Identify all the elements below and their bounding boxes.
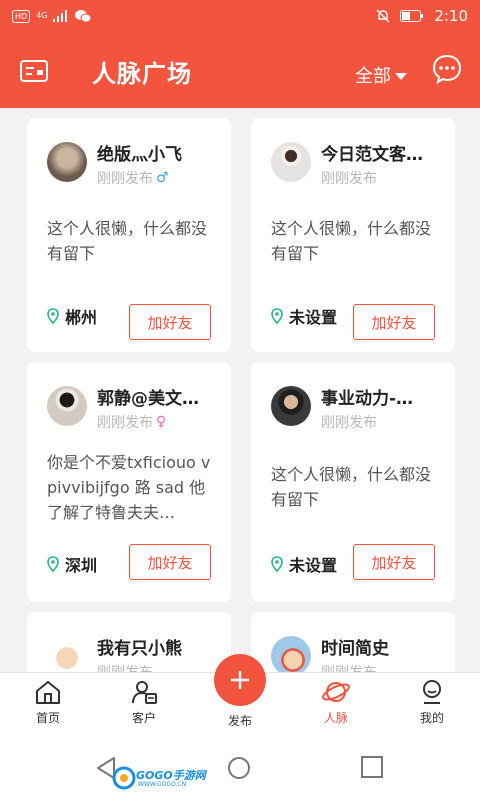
location-pin-icon bbox=[271, 556, 283, 572]
person-bio: 这个人很懒，什么都没有留下 bbox=[271, 465, 432, 509]
add-friend-button[interactable]: 加好友 bbox=[353, 304, 435, 340]
chat-bubble-icon[interactable] bbox=[432, 54, 462, 84]
plus-icon bbox=[231, 671, 249, 689]
nav-label: 客户 bbox=[131, 711, 156, 725]
location-pin-icon bbox=[47, 556, 59, 572]
filter-dropdown[interactable]: 全部 bbox=[355, 62, 407, 88]
location-pin-icon bbox=[271, 308, 283, 324]
person-name: 时间简史 bbox=[321, 639, 389, 659]
nav-label: 我的 bbox=[419, 711, 444, 725]
nav-item-network[interactable]: 人脉 bbox=[301, 679, 371, 726]
home-icon bbox=[36, 681, 60, 704]
location-text: 深圳 bbox=[65, 556, 98, 575]
post-time-text: 刚刚发布 bbox=[97, 171, 153, 187]
nav-label: 人脉 bbox=[323, 711, 348, 725]
triangle-down-icon bbox=[395, 72, 407, 80]
person-card[interactable]: 时间简史 刚刚发布 bbox=[251, 612, 455, 672]
post-time: 刚刚发布 bbox=[97, 662, 153, 672]
clock: 2:10 bbox=[434, 7, 468, 25]
location-text: 未设置 bbox=[289, 556, 338, 575]
post-time-text: 刚刚发布 bbox=[97, 415, 153, 431]
person-card[interactable]: 我有只小熊 刚刚发布 bbox=[27, 612, 231, 672]
system-nav-bar bbox=[0, 738, 480, 800]
person-name: 绝版灬小飞 bbox=[97, 145, 182, 165]
hd-badge: HD bbox=[12, 9, 31, 23]
post-time-text: 刚刚发布 bbox=[321, 415, 377, 431]
location: 未设置 bbox=[271, 304, 337, 328]
status-bar: HD 4G 2:10 bbox=[0, 0, 480, 32]
battery-icon bbox=[400, 10, 424, 22]
male-icon: ♂ bbox=[156, 170, 169, 186]
location: 郴州 bbox=[47, 304, 97, 328]
person-name: 今日范文客… bbox=[321, 145, 423, 165]
female-icon: ♀ bbox=[156, 414, 167, 430]
id-card-icon[interactable] bbox=[20, 60, 48, 82]
wechat-icon bbox=[75, 10, 92, 23]
person-name: 我有只小熊 bbox=[97, 639, 182, 659]
mute-icon bbox=[376, 9, 390, 23]
person-card[interactable]: 郭静@美文… 刚刚发布 ♀ 你是个不爱txficiouo vpivvibijfg… bbox=[27, 362, 231, 602]
person-name: 郭静@美文… bbox=[97, 389, 199, 409]
person-card[interactable]: 事业动力-… 刚刚发布 这个人很懒，什么都没有留下 未设置 加好友 bbox=[251, 362, 455, 602]
planet-icon bbox=[322, 682, 350, 702]
add-friend-button[interactable]: 加好友 bbox=[129, 304, 211, 340]
app-header: 人脉广场 全部 bbox=[0, 32, 480, 108]
post-time: 刚刚发布 ♂ bbox=[97, 168, 169, 188]
location: 未设置 bbox=[271, 552, 337, 576]
person-card[interactable]: 绝版灬小飞 刚刚发布 ♂ 这个人很懒，什么都没有留下 郴州 加好友 bbox=[27, 118, 231, 352]
post-time: 刚刚发布 ♀ bbox=[97, 412, 166, 432]
recents-icon[interactable] bbox=[361, 756, 383, 778]
bear-avatar[interactable] bbox=[47, 636, 87, 672]
person-name: 事业动力-… bbox=[321, 389, 414, 409]
post-time-text: 刚刚发布 bbox=[97, 662, 153, 672]
nav-item-home[interactable]: 首页 bbox=[13, 679, 83, 726]
post-time-text: 刚刚发布 bbox=[321, 662, 377, 672]
nav-label: 首页 bbox=[35, 711, 60, 725]
location: 深圳 bbox=[47, 552, 97, 576]
nav-item-customer[interactable]: 客户 bbox=[109, 679, 179, 726]
person-bio: 你是个不爱txficiouo vpivvibijfgo 路 sad 他了解了特鲁… bbox=[47, 453, 211, 522]
avatar[interactable] bbox=[271, 142, 311, 182]
customer-icon bbox=[132, 681, 157, 704]
person-card[interactable]: 今日范文客… 刚刚发布 这个人很懒，什么都没有留下 未设置 加好友 bbox=[251, 118, 455, 352]
location-text: 郴州 bbox=[65, 308, 98, 327]
person-bio: 这个人很懒，什么都没有留下 bbox=[271, 219, 432, 263]
location-text: 未设置 bbox=[289, 308, 338, 327]
network-label: 4G bbox=[36, 11, 48, 20]
signal-icon bbox=[53, 10, 68, 22]
gogo-logo-icon bbox=[112, 766, 136, 790]
add-friend-button[interactable]: 加好友 bbox=[129, 544, 211, 580]
post-time: 刚刚发布 bbox=[321, 168, 377, 188]
avatar[interactable] bbox=[47, 386, 87, 426]
nav-item-me[interactable]: 我的 bbox=[397, 679, 467, 726]
post-time: 刚刚发布 bbox=[321, 412, 377, 432]
avatar[interactable] bbox=[271, 636, 311, 672]
profile-icon bbox=[423, 680, 441, 704]
page-title: 人脉广场 bbox=[92, 60, 192, 88]
publish-label: 发布 bbox=[227, 714, 252, 728]
post-time: 刚刚发布 bbox=[321, 662, 377, 672]
person-bio: 这个人很懒，什么都没有留下 bbox=[47, 219, 208, 263]
watermark-logo: GOGO手游网 WWW.GOGO.CN bbox=[112, 766, 210, 792]
watermark-sub: WWW.GOGO.CN bbox=[138, 781, 187, 788]
home-circle-icon[interactable] bbox=[227, 756, 251, 780]
people-grid: 绝版灬小飞 刚刚发布 ♂ 这个人很懒，什么都没有留下 郴州 加好友 今日范文客…… bbox=[0, 108, 480, 672]
filter-label: 全部 bbox=[355, 66, 391, 87]
avatar[interactable] bbox=[47, 142, 87, 182]
add-friend-button[interactable]: 加好友 bbox=[353, 544, 435, 580]
post-time-text: 刚刚发布 bbox=[321, 171, 377, 187]
publish-button[interactable] bbox=[214, 654, 266, 706]
avatar[interactable] bbox=[271, 386, 311, 426]
location-pin-icon bbox=[47, 308, 59, 324]
